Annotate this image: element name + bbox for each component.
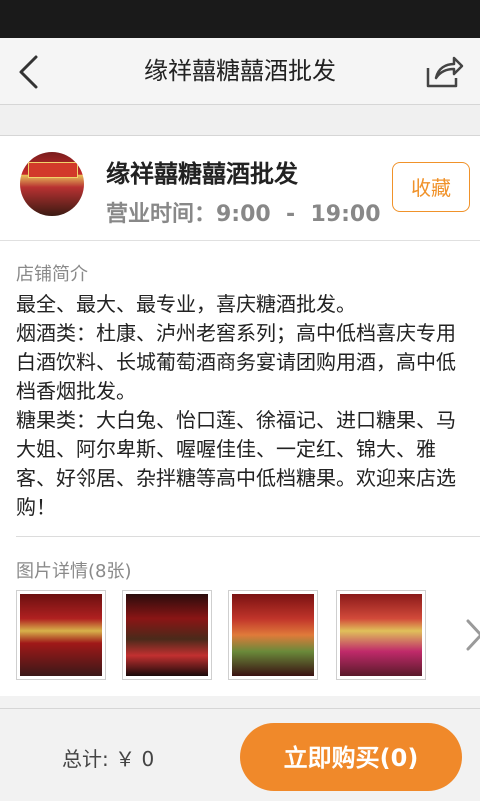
photo-thumbnail[interactable] [228,590,318,680]
chevron-right-icon[interactable] [464,618,480,652]
buy-now-button[interactable]: 立即购买(0) [240,723,462,791]
photo-image [340,594,422,676]
spacer [0,105,480,136]
shop-avatar[interactable] [20,152,84,216]
favorite-button[interactable]: 收藏 [392,162,470,212]
checkout-bar: 总计: ￥ 0 立即购买(0) [0,708,480,801]
photo-thumbnail[interactable] [122,590,212,680]
shop-sign-image [28,162,78,178]
shop-card: 缘祥囍糖囍酒批发 营业时间：9:00 - 19:00 收藏 店铺简介 最全、最大… [0,136,480,696]
photo-image [126,594,208,676]
photo-image [232,594,314,676]
intro-section-title: 店铺简介 [16,264,88,285]
business-hours: 营业时间：9:00 - 19:00 [106,202,381,227]
divider [16,536,480,537]
photo-strip [16,590,480,682]
total-price: 总计: ￥ 0 [62,747,155,771]
shop-name: 缘祥囍糖囍酒批发 [106,160,298,188]
share-icon[interactable] [424,54,464,90]
photo-thumbnail[interactable] [336,590,426,680]
shop-header: 缘祥囍糖囍酒批发 营业时间：9:00 - 19:00 收藏 [0,136,480,241]
page-title: 缘祥囍糖囍酒批发 [144,57,336,85]
photos-section-title: 图片详情(8张) [16,561,132,582]
top-nav-bar: 缘祥囍糖囍酒批发 [0,38,480,105]
photo-image [20,594,102,676]
status-bar [0,0,480,38]
shop-intro-text: 最全、最大、最专业，喜庆糖酒批发。 烟酒类：杜康、泸州老窖系列；高中低档喜庆专用… [16,292,456,519]
chevron-left-icon[interactable] [14,54,44,90]
photo-thumbnail[interactable] [16,590,106,680]
